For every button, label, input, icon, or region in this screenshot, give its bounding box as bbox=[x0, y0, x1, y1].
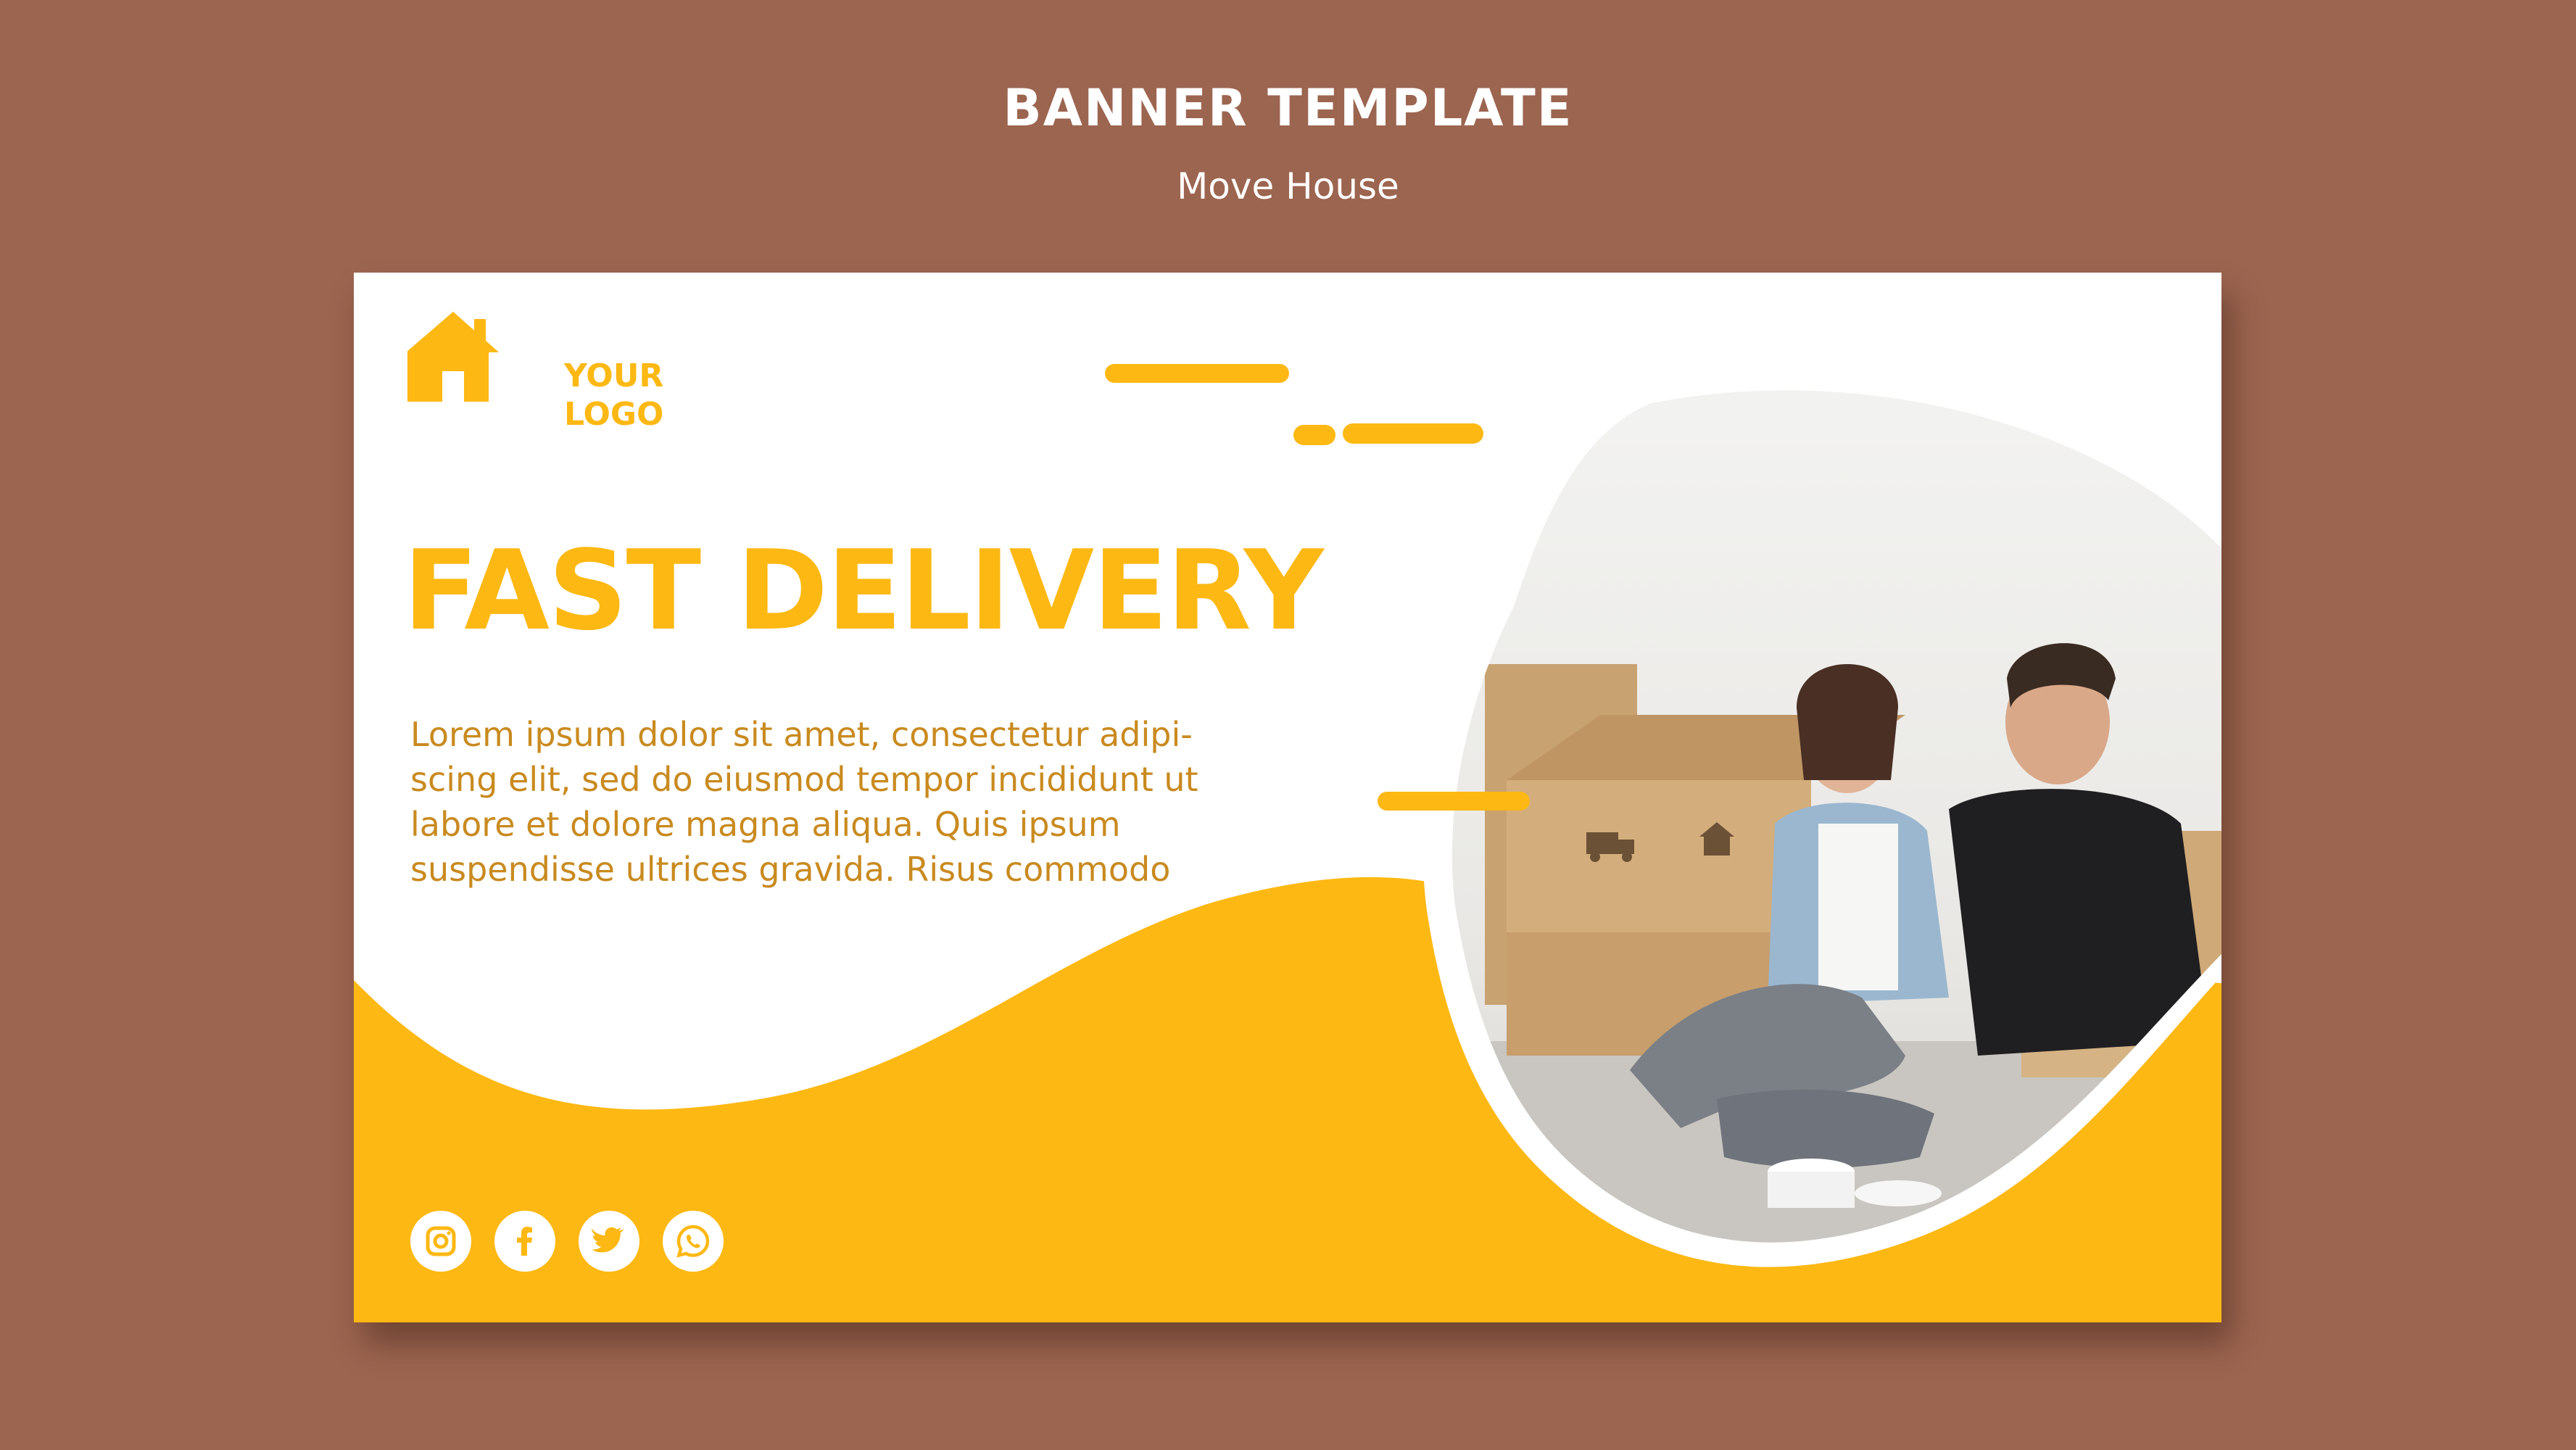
instagram-icon[interactable] bbox=[410, 1211, 471, 1272]
logo-line-1: YOUR bbox=[564, 357, 664, 394]
whatsapp-icon[interactable] bbox=[663, 1211, 724, 1272]
house-icon bbox=[407, 312, 499, 402]
logo-line-2: LOGO bbox=[564, 396, 664, 433]
page-title: BANNER TEMPLATE bbox=[1003, 78, 1573, 138]
decorative-dash bbox=[1343, 423, 1483, 444]
body-line: suspendisse ultrices gravida. Risus comm… bbox=[410, 850, 1171, 889]
body-line: Lorem ipsum dolor sit amet, consectetur … bbox=[410, 715, 1193, 754]
decorative-dash bbox=[1105, 364, 1289, 383]
logo-text: YOUR LOGO bbox=[564, 357, 709, 434]
twitter-icon[interactable] bbox=[579, 1211, 639, 1272]
facebook-icon[interactable] bbox=[494, 1211, 555, 1272]
logo: YOUR LOGO bbox=[407, 312, 663, 433]
decorative-dash bbox=[1378, 792, 1530, 811]
body-text: Lorem ipsum dolor sit amet, consectetur … bbox=[410, 712, 1317, 892]
headline: FAST DELIVERY bbox=[403, 526, 1324, 655]
body-line: scing elit, sed do eiusmod tempor incidi… bbox=[410, 760, 1198, 799]
body-line: labore et dolore magna aliqua. Quis ipsu… bbox=[410, 805, 1121, 844]
page-subtitle: Move House bbox=[1177, 165, 1399, 207]
social-icons bbox=[410, 1211, 724, 1273]
decorative-dash bbox=[1293, 425, 1335, 445]
banner-card: YOUR LOGO FAST DELIVERY Lorem ipsum dolo… bbox=[354, 273, 2221, 1322]
